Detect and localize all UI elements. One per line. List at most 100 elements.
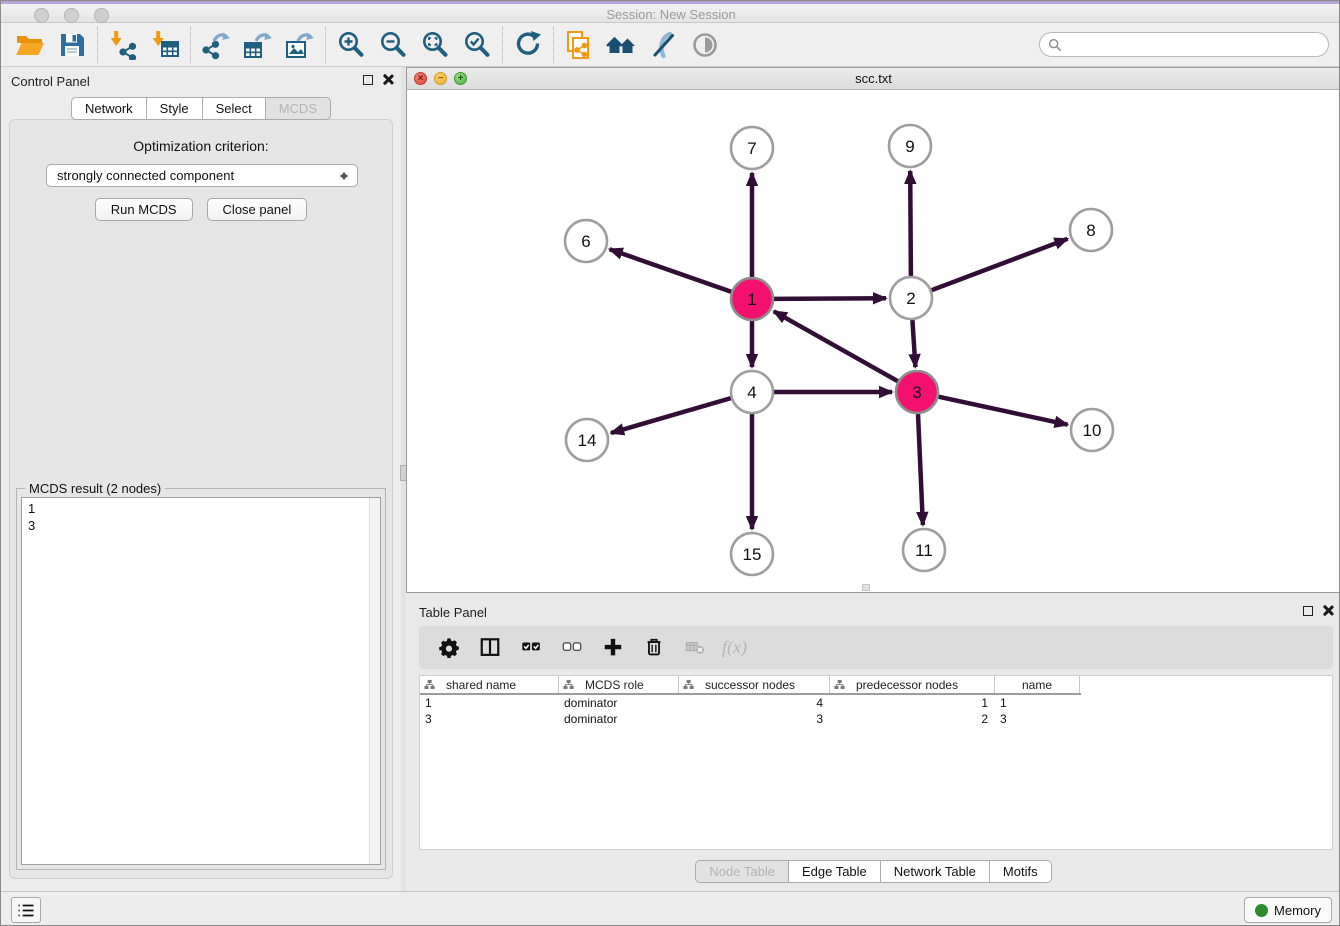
zoom-out-icon[interactable] bbox=[372, 28, 414, 62]
graph-node-6[interactable]: 6 bbox=[565, 220, 607, 262]
export-image-icon[interactable] bbox=[279, 28, 321, 62]
canvas-splitter-handle[interactable] bbox=[862, 584, 870, 591]
mcds-result-textarea[interactable]: 1 3 bbox=[21, 497, 381, 865]
cell-predecessor-nodes[interactable]: 2 bbox=[830, 711, 995, 727]
table-row-2[interactable]: 3dominator323 bbox=[420, 711, 1332, 727]
graph-node-11[interactable]: 11 bbox=[903, 529, 945, 571]
refresh-icon[interactable] bbox=[507, 28, 549, 62]
hierarchy-icon bbox=[834, 679, 845, 690]
cell-name[interactable]: 3 bbox=[995, 711, 1080, 727]
close-panel-icon[interactable] bbox=[382, 74, 393, 85]
close-table-panel-icon[interactable] bbox=[1322, 605, 1333, 616]
import-network-icon[interactable] bbox=[102, 28, 144, 62]
close-panel-button[interactable]: Close panel bbox=[207, 198, 308, 221]
tab-node-table[interactable]: Node Table bbox=[695, 860, 789, 883]
graph-node-4[interactable]: 4 bbox=[731, 371, 773, 413]
graph-node-7[interactable]: 7 bbox=[731, 127, 773, 169]
cell-MCDS-role[interactable]: dominator bbox=[559, 711, 679, 727]
graph-node-10[interactable]: 10 bbox=[1071, 409, 1113, 451]
svg-text:7: 7 bbox=[747, 139, 756, 158]
run-mcds-button[interactable]: Run MCDS bbox=[95, 198, 193, 221]
tab-style[interactable]: Style bbox=[147, 97, 203, 120]
network-window-title: scc.txt bbox=[407, 71, 1340, 86]
edge-3-10[interactable] bbox=[939, 397, 1068, 425]
edge-1-2[interactable] bbox=[774, 298, 886, 299]
column-layout-icon[interactable] bbox=[476, 634, 504, 662]
export-network-icon[interactable] bbox=[195, 28, 237, 62]
graph-node-3[interactable]: 3 bbox=[896, 371, 938, 413]
tab-network-table[interactable]: Network Table bbox=[881, 860, 990, 883]
edge-2-8[interactable] bbox=[932, 239, 1068, 290]
zoom-fit-icon[interactable] bbox=[414, 28, 456, 62]
graph-node-2[interactable]: 2 bbox=[890, 277, 932, 319]
tab-mcds[interactable]: MCDS bbox=[266, 97, 331, 120]
optimization-criterion-dropdown[interactable]: strongly connected component bbox=[46, 164, 358, 187]
open-folder-icon[interactable] bbox=[9, 28, 51, 62]
float-table-panel-icon[interactable] bbox=[1303, 606, 1313, 616]
duplicate-network-icon[interactable] bbox=[558, 28, 600, 62]
search-input[interactable] bbox=[1062, 35, 1328, 55]
search-field[interactable] bbox=[1039, 32, 1329, 57]
graph-node-15[interactable]: 15 bbox=[731, 533, 773, 575]
graph-node-14[interactable]: 14 bbox=[566, 419, 608, 461]
save-icon[interactable] bbox=[51, 28, 93, 62]
node-table-body: 1dominator4113dominator323 bbox=[420, 695, 1332, 727]
table-panel-title: Table Panel bbox=[419, 605, 487, 620]
edge-2-9[interactable] bbox=[910, 171, 911, 276]
cell-name[interactable]: 1 bbox=[995, 695, 1080, 711]
tab-motifs[interactable]: Motifs bbox=[990, 860, 1052, 883]
memory-button[interactable]: Memory bbox=[1244, 897, 1332, 923]
table-row-1[interactable]: 1dominator411 bbox=[420, 695, 1332, 711]
control-panel-tabs: NetworkStyleSelectMCDS bbox=[1, 97, 401, 120]
export-table-icon[interactable] bbox=[237, 28, 279, 62]
edge-4-14[interactable] bbox=[611, 398, 731, 433]
edge-1-6[interactable] bbox=[610, 249, 732, 292]
cell-shared-name[interactable]: 3 bbox=[420, 711, 559, 727]
column-header-shared-name[interactable]: shared name bbox=[420, 676, 559, 693]
svg-text:10: 10 bbox=[1083, 421, 1102, 440]
cell-successor-nodes[interactable]: 4 bbox=[679, 695, 830, 711]
window-titlebar: Session: New Session bbox=[1, 1, 1340, 23]
zoom-in-icon[interactable] bbox=[330, 28, 372, 62]
tab-edge-table[interactable]: Edge Table bbox=[789, 860, 881, 883]
search-icon bbox=[1048, 38, 1062, 52]
list-icon bbox=[16, 902, 36, 919]
tab-select[interactable]: Select bbox=[203, 97, 266, 120]
cell-predecessor-nodes[interactable]: 1 bbox=[830, 695, 995, 711]
cell-MCDS-role[interactable]: dominator bbox=[559, 695, 679, 711]
homes-icon[interactable] bbox=[600, 28, 642, 62]
result-scrollbar[interactable] bbox=[369, 498, 380, 864]
network-window-titlebar[interactable]: × − + scc.txt bbox=[407, 68, 1340, 90]
toolbar-separator bbox=[325, 27, 326, 63]
zoom-selected-icon[interactable] bbox=[456, 28, 498, 62]
column-header-successor-nodes[interactable]: successor nodes bbox=[679, 676, 830, 693]
select-all-icon[interactable] bbox=[517, 634, 545, 662]
tab-network[interactable]: Network bbox=[71, 97, 147, 120]
svg-text:1: 1 bbox=[747, 290, 756, 309]
graph-node-9[interactable]: 9 bbox=[889, 125, 931, 167]
add-column-icon[interactable] bbox=[599, 634, 627, 662]
cell-shared-name[interactable]: 1 bbox=[420, 695, 559, 711]
graph-node-8[interactable]: 8 bbox=[1070, 209, 1112, 251]
edge-3-11[interactable] bbox=[918, 414, 923, 525]
column-header-name[interactable]: name bbox=[995, 676, 1080, 693]
mcds-result-title: MCDS result (2 nodes) bbox=[25, 481, 165, 496]
delete-column-icon[interactable] bbox=[640, 634, 668, 662]
network-graph-canvas[interactable]: 7 9 6 8 1 2 4 3 14 10 15 11 bbox=[407, 90, 1340, 592]
node-table[interactable]: shared name MCDS role successor nodes pr… bbox=[419, 675, 1333, 850]
toolbar-separator bbox=[553, 27, 554, 63]
show-eye-icon[interactable] bbox=[684, 28, 726, 62]
cell-successor-nodes[interactable]: 3 bbox=[679, 711, 830, 727]
deselect-all-icon[interactable] bbox=[558, 634, 586, 662]
task-history-button[interactable] bbox=[11, 897, 41, 923]
float-panel-icon[interactable] bbox=[363, 75, 373, 85]
column-header-predecessor-nodes[interactable]: predecessor nodes bbox=[830, 676, 995, 693]
import-table-icon[interactable] bbox=[144, 28, 186, 62]
edge-3-1[interactable] bbox=[774, 311, 898, 381]
graph-node-1[interactable]: 1 bbox=[731, 278, 773, 320]
table-toolbar: f(x) bbox=[419, 626, 1333, 669]
hide-style-icon[interactable] bbox=[642, 28, 684, 62]
settings-gear-icon[interactable] bbox=[435, 634, 463, 662]
edge-2-3[interactable] bbox=[912, 320, 915, 367]
column-header-MCDS-role[interactable]: MCDS role bbox=[559, 676, 679, 693]
